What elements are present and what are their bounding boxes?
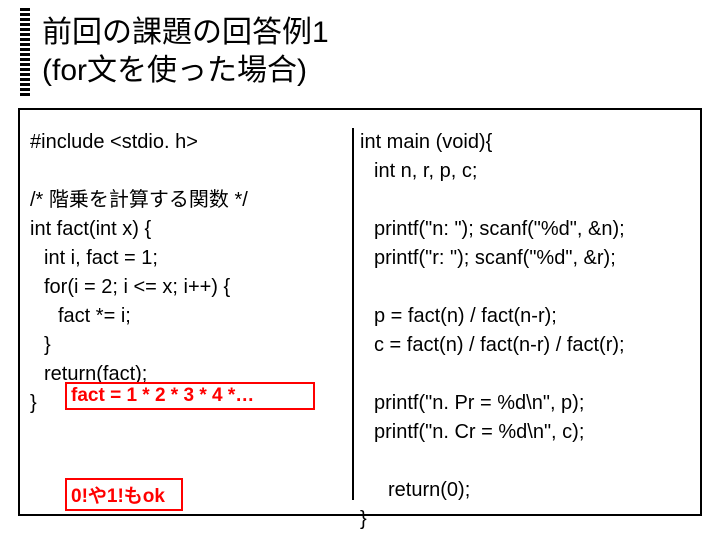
title-line-2: (for文を使った場合) bbox=[42, 54, 307, 87]
code-line: printf("n: "); scanf("%d", &n); bbox=[360, 215, 695, 244]
code-line: for(i = 2; i <= x; i++) { bbox=[30, 273, 350, 302]
code-line: p = fact(n) / fact(n-r); bbox=[360, 302, 695, 331]
slide-title: 前回の課題の回答例1 (for文を使った場合) bbox=[42, 14, 329, 89]
title-line-1: 前回の課題の回答例1 bbox=[42, 16, 329, 49]
callout-fact-expansion: fact = 1 * 2 * 3 * 4 *… bbox=[65, 382, 315, 410]
slide: 前回の課題の回答例1 (for文を使った場合) #include <stdio.… bbox=[0, 0, 720, 540]
code-line: #include <stdio. h> bbox=[30, 128, 350, 157]
title-accent-ticks bbox=[20, 8, 30, 100]
callout-zero-one-ok: 0!や1!もok bbox=[65, 478, 183, 511]
code-line: printf("n. Cr = %d\n", c); bbox=[360, 418, 695, 447]
left-column: #include <stdio. h> /* 階乗を計算する関数 */ int … bbox=[30, 128, 350, 418]
content-box: #include <stdio. h> /* 階乗を計算する関数 */ int … bbox=[18, 108, 702, 516]
code-line: fact *= i; bbox=[30, 302, 350, 331]
column-divider bbox=[352, 128, 354, 500]
code-line: printf("r: "); scanf("%d", &r); bbox=[360, 244, 695, 273]
code-line: printf("n. Pr = %d\n", p); bbox=[360, 389, 695, 418]
code-line: int n, r, p, c; bbox=[360, 157, 695, 186]
code-line: } bbox=[30, 331, 350, 360]
code-line: } bbox=[360, 505, 695, 534]
code-line: /* 階乗を計算する関数 */ bbox=[30, 186, 350, 215]
code-line: return(0); bbox=[360, 476, 695, 505]
code-line: int fact(int x) { bbox=[30, 215, 350, 244]
code-line: int i, fact = 1; bbox=[30, 244, 350, 273]
code-line: c = fact(n) / fact(n-r) / fact(r); bbox=[360, 331, 695, 360]
right-column: int main (void){ int n, r, p, c; printf(… bbox=[360, 128, 695, 534]
code-line: int main (void){ bbox=[360, 128, 695, 157]
